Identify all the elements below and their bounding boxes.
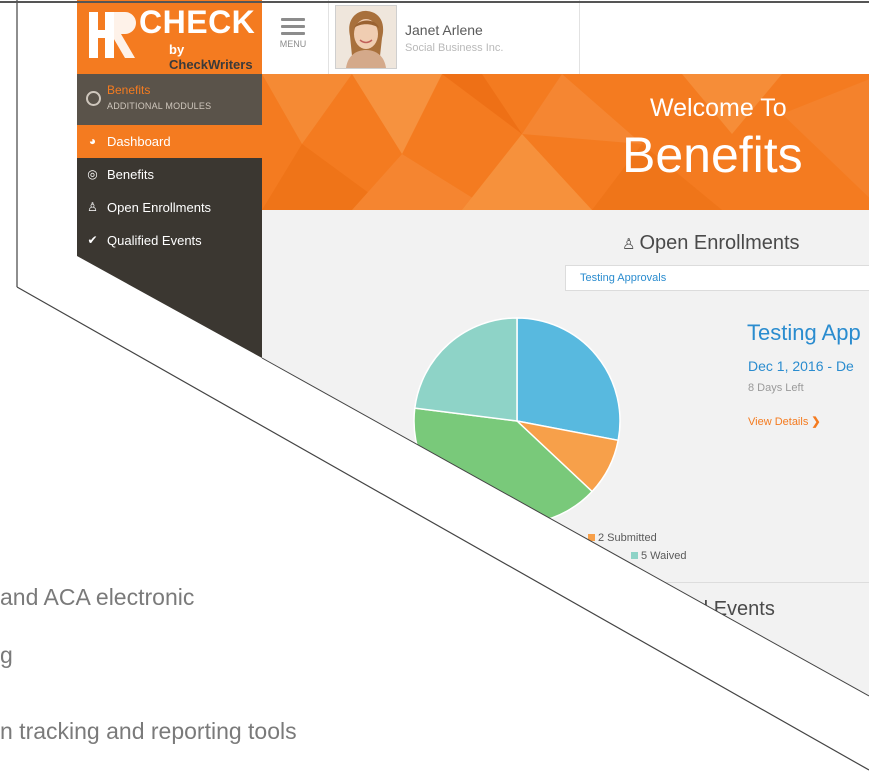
sidebar-item-benefits[interactable]: ◎ Benefits	[77, 158, 262, 191]
pie-slice-blue[interactable]	[516, 317, 621, 442]
stage: CHECK by CheckWriters MENU Janet Arlene	[0, 0, 869, 776]
section-divider	[662, 582, 869, 583]
sidebar-item-label: Benefits	[107, 167, 154, 182]
pie-chart-icon: ◕	[88, 134, 97, 148]
logo-parent-text: CheckWriters	[169, 57, 253, 72]
enrollment-dates: Dec 1, 2016 - De	[748, 358, 854, 374]
checkmark-icon: ✔	[87, 233, 98, 247]
hamburger-icon	[281, 18, 305, 21]
module-subtitle: ADDITIONAL MODULES	[107, 101, 212, 111]
legend-swatch	[631, 552, 638, 559]
logo-brand-text: CHECK	[139, 4, 256, 40]
marketing-line-2: g	[0, 642, 13, 668]
enrollment-title[interactable]: Testing App	[747, 320, 861, 346]
view-details-link[interactable]: View Details ❯	[748, 415, 821, 428]
pie-slice-waived[interactable]	[413, 317, 518, 422]
open-enrollments-heading-text: Open Enrollments	[639, 232, 800, 254]
legend-swatch	[588, 534, 595, 541]
hr-logo-icon	[89, 12, 136, 58]
sidebar-item-dashboard[interactable]: ◕ Dashboard	[77, 125, 262, 158]
menu-label: MENU	[279, 39, 307, 49]
legend-item-waived: 5 Waived	[631, 550, 686, 562]
legend-label: 2 Submitted	[598, 532, 657, 544]
module-switcher[interactable]: Benefits ADDITIONAL MODULES	[77, 74, 262, 125]
chevron-right-icon: ❯	[811, 416, 821, 428]
logo-byline: by CheckWriters	[169, 42, 262, 72]
view-details-label: View Details	[748, 416, 809, 428]
module-title: Benefits	[107, 83, 151, 97]
sidebar-item-label: Dashboard	[107, 134, 171, 149]
banner-welcome-text: Welcome To	[650, 94, 787, 122]
enrollment-select-value: Testing Approvals	[580, 272, 667, 284]
person-icon: ♙	[87, 200, 98, 214]
avatar-photo-icon	[336, 6, 396, 68]
enrollment-select[interactable]: Testing Approvals	[565, 265, 869, 291]
qualified-events-link[interactable]	[818, 670, 822, 672]
user-name: Janet Arlene	[405, 22, 483, 38]
logo-by-text: by	[169, 42, 185, 57]
menu-button[interactable]: MENU	[270, 14, 316, 70]
marketing-line-3: n tracking and reporting tools	[0, 718, 297, 744]
legend-label: 5 Waived	[641, 550, 687, 562]
welcome-banner: Welcome To Benefits	[262, 74, 869, 210]
sidebar-item-label: Open Enrollments	[107, 200, 212, 215]
hamburger-icon-bar	[281, 25, 305, 28]
enrollment-days-left: 8 Days Left	[748, 382, 804, 394]
hr-check-logo[interactable]: CHECK by CheckWriters	[77, 0, 262, 74]
compass-icon	[86, 91, 101, 106]
sidebar-item-open-enrollments[interactable]: ♙ Open Enrollments	[77, 191, 262, 224]
qualified-events-heading: lified Events	[667, 598, 775, 620]
marketing-line-1: and ACA electronic	[0, 584, 195, 610]
hamburger-icon-bar	[281, 32, 305, 35]
banner-title: Benefits	[622, 127, 803, 183]
app-screen: CHECK by CheckWriters MENU Janet Arlene	[77, 0, 869, 696]
main-content: ♙ Open Enrollments Testing Approvals Test…	[262, 210, 869, 696]
sidebar-item-qualified-events[interactable]: ✔ Qualified Events	[77, 224, 262, 257]
legend-item-submitted: 2 Submitted	[588, 532, 657, 544]
open-enrollments-heading: ♙ Open Enrollments	[622, 232, 800, 255]
avatar	[335, 5, 397, 69]
person-icon: ♙	[622, 236, 636, 253]
sidebar: Benefits ADDITIONAL MODULES ◕ Dashboard …	[77, 74, 262, 374]
user-company: Social Business Inc.	[405, 42, 504, 54]
sidebar-item-label: Qualified Events	[107, 233, 202, 248]
compass-icon: ◎	[87, 167, 98, 181]
user-profile[interactable]: Janet Arlene Social Business Inc.	[328, 0, 580, 74]
enrollment-pie-chart	[413, 317, 621, 525]
